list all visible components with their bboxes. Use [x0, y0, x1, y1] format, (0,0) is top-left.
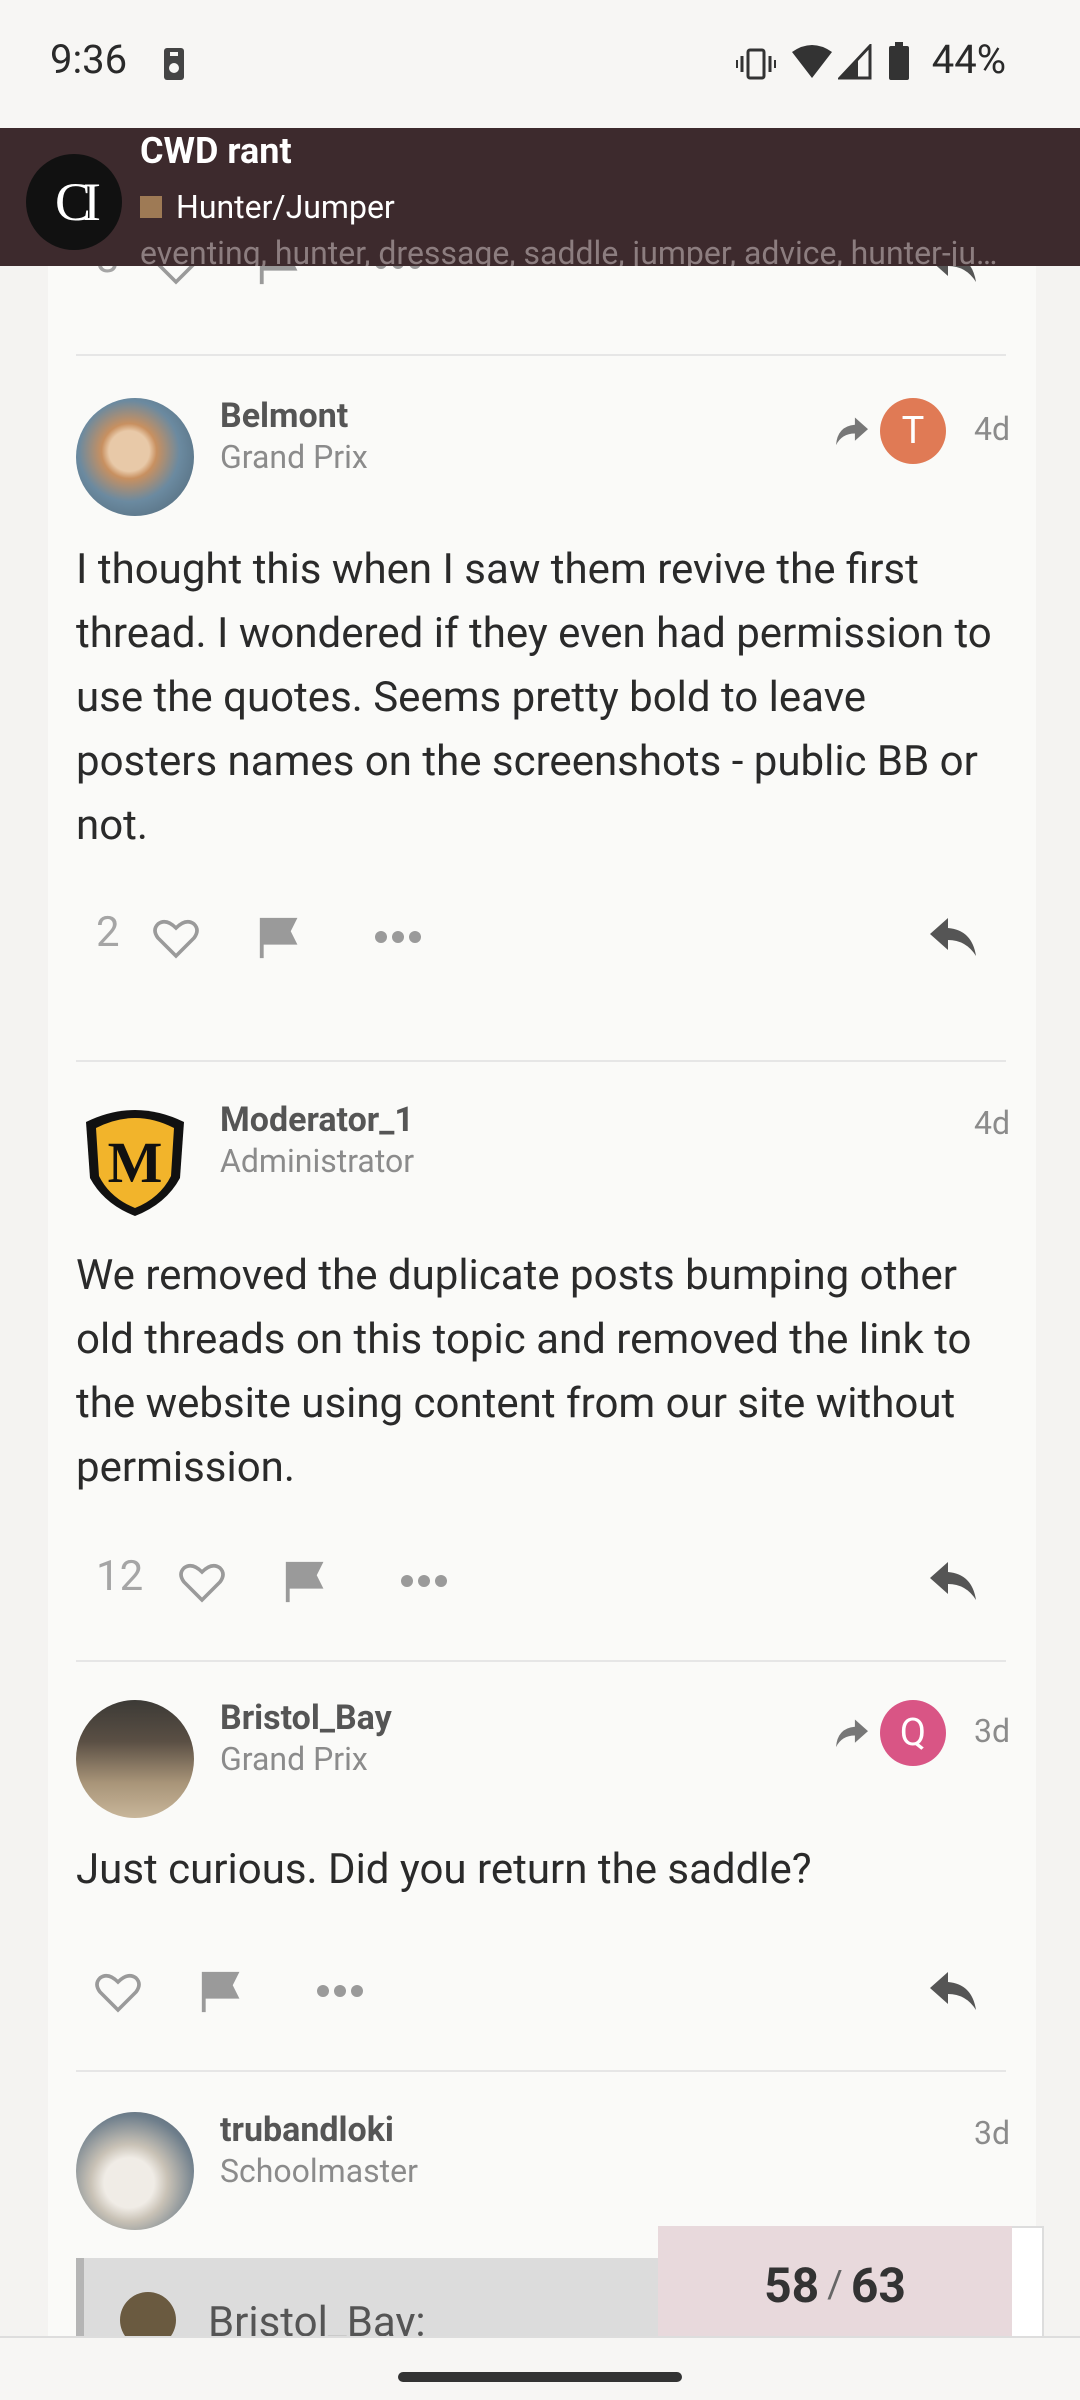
reply-icon[interactable] [928, 1560, 978, 1602]
post-age[interactable]: 3d [974, 1712, 1010, 1750]
prev-post-actions: 3 [48, 266, 1036, 310]
flag-icon[interactable] [282, 1558, 328, 1604]
reply-to-avatar[interactable]: T [880, 398, 946, 464]
battery-percent: 44% [931, 36, 1006, 83]
post-body: Just curious. Did you return the saddle? [76, 1845, 812, 1894]
reply-icon[interactable] [928, 1970, 978, 2012]
quote-block[interactable]: Bristol_Bay: [76, 2258, 696, 2336]
reply-to-avatar[interactable]: Q [880, 1700, 946, 1766]
avatar[interactable] [76, 1700, 194, 1818]
avatar[interactable] [76, 2112, 194, 2230]
topic-progress[interactable]: 58 / 63 [658, 2226, 1012, 2344]
post-divider [76, 1660, 1006, 1662]
flag-icon[interactable] [256, 914, 302, 960]
gesture-handle[interactable] [398, 2372, 682, 2382]
more-icon[interactable] [400, 1574, 448, 1588]
post-divider [76, 1060, 1006, 1062]
flag-icon[interactable] [198, 1968, 244, 2014]
vibrate-icon [736, 48, 776, 80]
shield-icon: M [86, 1110, 184, 1216]
reply-to-arrow-icon[interactable] [834, 1718, 870, 1750]
user-title: Grand Prix [220, 1740, 368, 1778]
progress-separator: / [827, 2263, 843, 2307]
more-icon[interactable] [316, 1984, 364, 1998]
reply-icon[interactable] [928, 266, 978, 284]
post-age[interactable]: 4d [974, 1104, 1010, 1142]
heart-icon[interactable] [178, 1560, 226, 1604]
battery-icon [889, 42, 909, 80]
navigation-bar [0, 2336, 1080, 2400]
status-bar: 9:36 44% [0, 0, 1080, 128]
quote-avatar [120, 2292, 176, 2336]
site-logo[interactable]: CI [26, 154, 122, 250]
post-stream[interactable]: 3 Belmont Grand Prix T 4d I thought this… [48, 266, 1036, 2336]
category-color-swatch [140, 196, 162, 218]
category-label: Hunter/Jumper [176, 188, 395, 226]
notification-icon [164, 48, 184, 80]
post-divider [76, 354, 1006, 356]
username[interactable]: trubandloki [220, 2110, 394, 2150]
post-age[interactable]: 3d [974, 2114, 1010, 2152]
post-actions: 12 [48, 1542, 1036, 1622]
user-title: Schoolmaster [220, 2152, 418, 2190]
user-title: Grand Prix [220, 438, 368, 476]
heart-icon[interactable] [152, 266, 200, 286]
category-badge[interactable]: Hunter/Jumper [140, 188, 395, 226]
post-divider [76, 2070, 1006, 2072]
moderator-badge-avatar[interactable]: M [76, 1100, 194, 1218]
more-icon[interactable] [374, 266, 422, 270]
like-count: 12 [96, 1552, 144, 1601]
avatar[interactable] [76, 398, 194, 516]
username[interactable]: Belmont [220, 396, 348, 436]
progress-total: 63 [850, 2256, 906, 2314]
heart-icon[interactable] [152, 916, 200, 960]
post-actions: 2 [48, 898, 1036, 978]
reply-to-arrow-icon[interactable] [834, 416, 870, 448]
user-title: Administrator [220, 1142, 415, 1180]
signal-icon [838, 44, 872, 80]
topic-header[interactable]: CI CWD rant Hunter/Jumper eventing, hunt… [0, 128, 1080, 272]
quote-author[interactable]: Bristol_Bay: [208, 2298, 426, 2336]
topic-title[interactable]: CWD rant [140, 130, 292, 172]
like-count: 2 [96, 908, 120, 957]
more-icon[interactable] [374, 930, 422, 944]
like-count: 3 [96, 266, 120, 283]
reply-icon[interactable] [928, 916, 978, 958]
wifi-icon [792, 45, 832, 78]
post-age[interactable]: 4d [974, 410, 1010, 448]
username[interactable]: Moderator_1 [220, 1100, 414, 1140]
post-actions [48, 1952, 1036, 2032]
heart-icon[interactable] [94, 1970, 142, 2014]
post-body: We removed the duplicate posts bumping o… [76, 1251, 972, 1492]
post-body: I thought this when I saw them revive th… [76, 545, 992, 850]
progress-frame [1012, 2226, 1044, 2344]
status-time: 9:36 [50, 36, 128, 83]
progress-current: 58 [764, 2256, 820, 2314]
username[interactable]: Bristol_Bay [220, 1698, 392, 1738]
flag-icon[interactable] [256, 266, 302, 286]
svg-text:M: M [108, 1130, 163, 1195]
